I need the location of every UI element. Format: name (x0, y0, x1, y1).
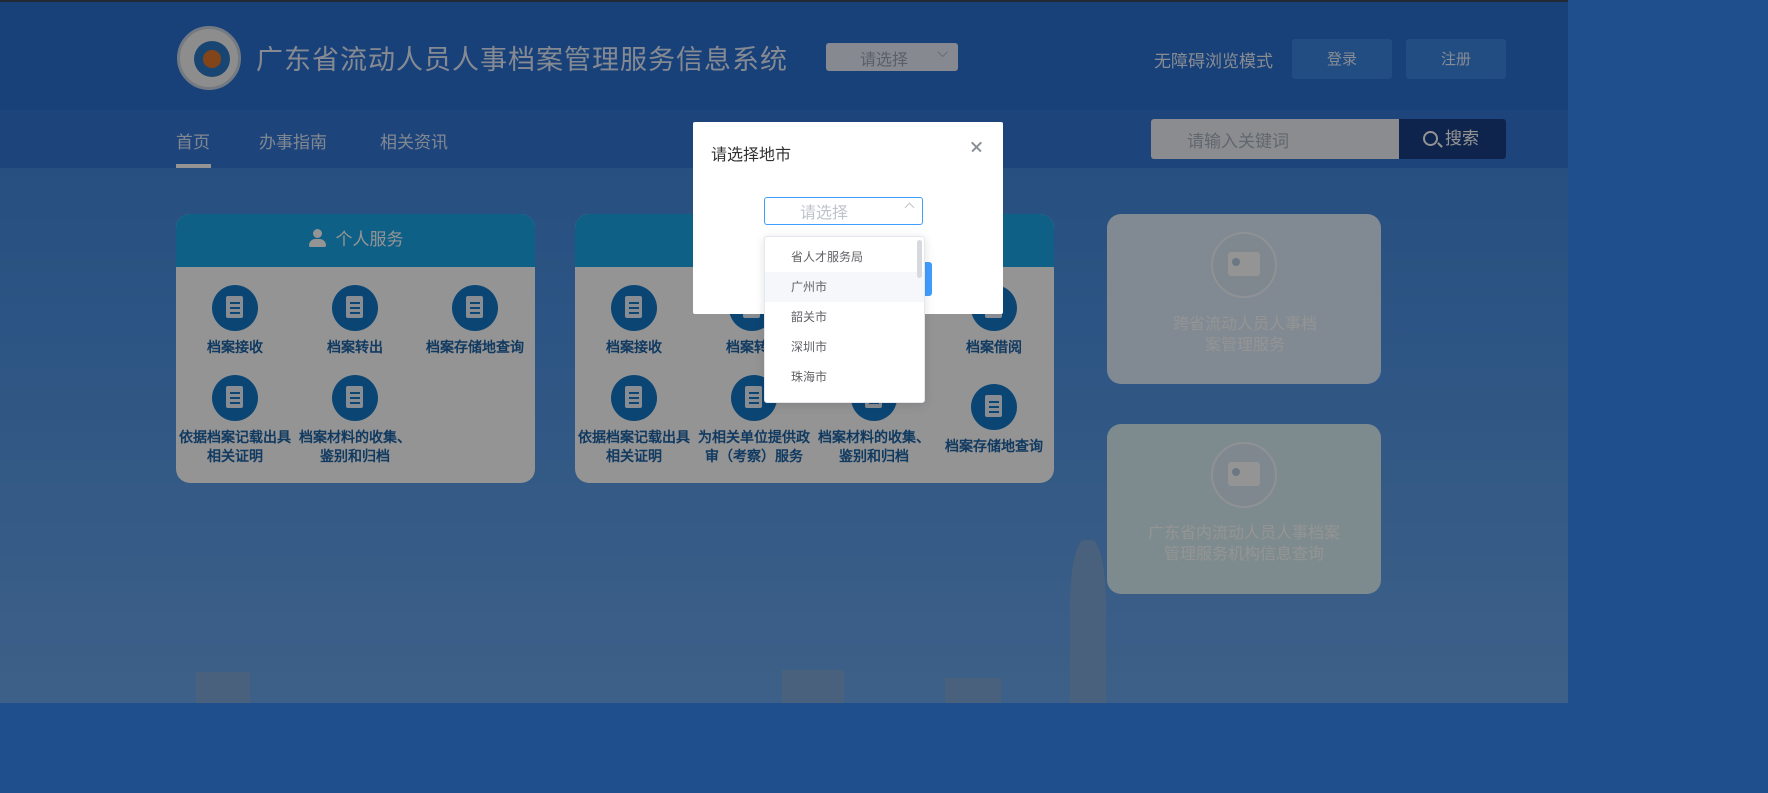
dropdown-scrollbar[interactable] (917, 240, 922, 278)
city-select-value: 请选择 (800, 203, 849, 222)
dialog-title: 请选择地市 (711, 145, 792, 164)
chevron-up-icon (904, 202, 915, 213)
city-select[interactable]: 请选择 (764, 197, 923, 225)
dropdown-option-zhuhai[interactable]: 珠海市 (765, 362, 924, 392)
dropdown-option-guangzhou[interactable]: 广州市 (765, 272, 924, 302)
close-icon[interactable] (968, 138, 986, 156)
dropdown-option-shaoguan[interactable]: 韶关市 (765, 302, 924, 332)
city-dropdown: 省人才服务局 广州市 韶关市 深圳市 珠海市 (764, 236, 925, 403)
dropdown-option-provincial-talent[interactable]: 省人才服务局 (765, 242, 924, 272)
dropdown-option-shenzhen[interactable]: 深圳市 (765, 332, 924, 362)
